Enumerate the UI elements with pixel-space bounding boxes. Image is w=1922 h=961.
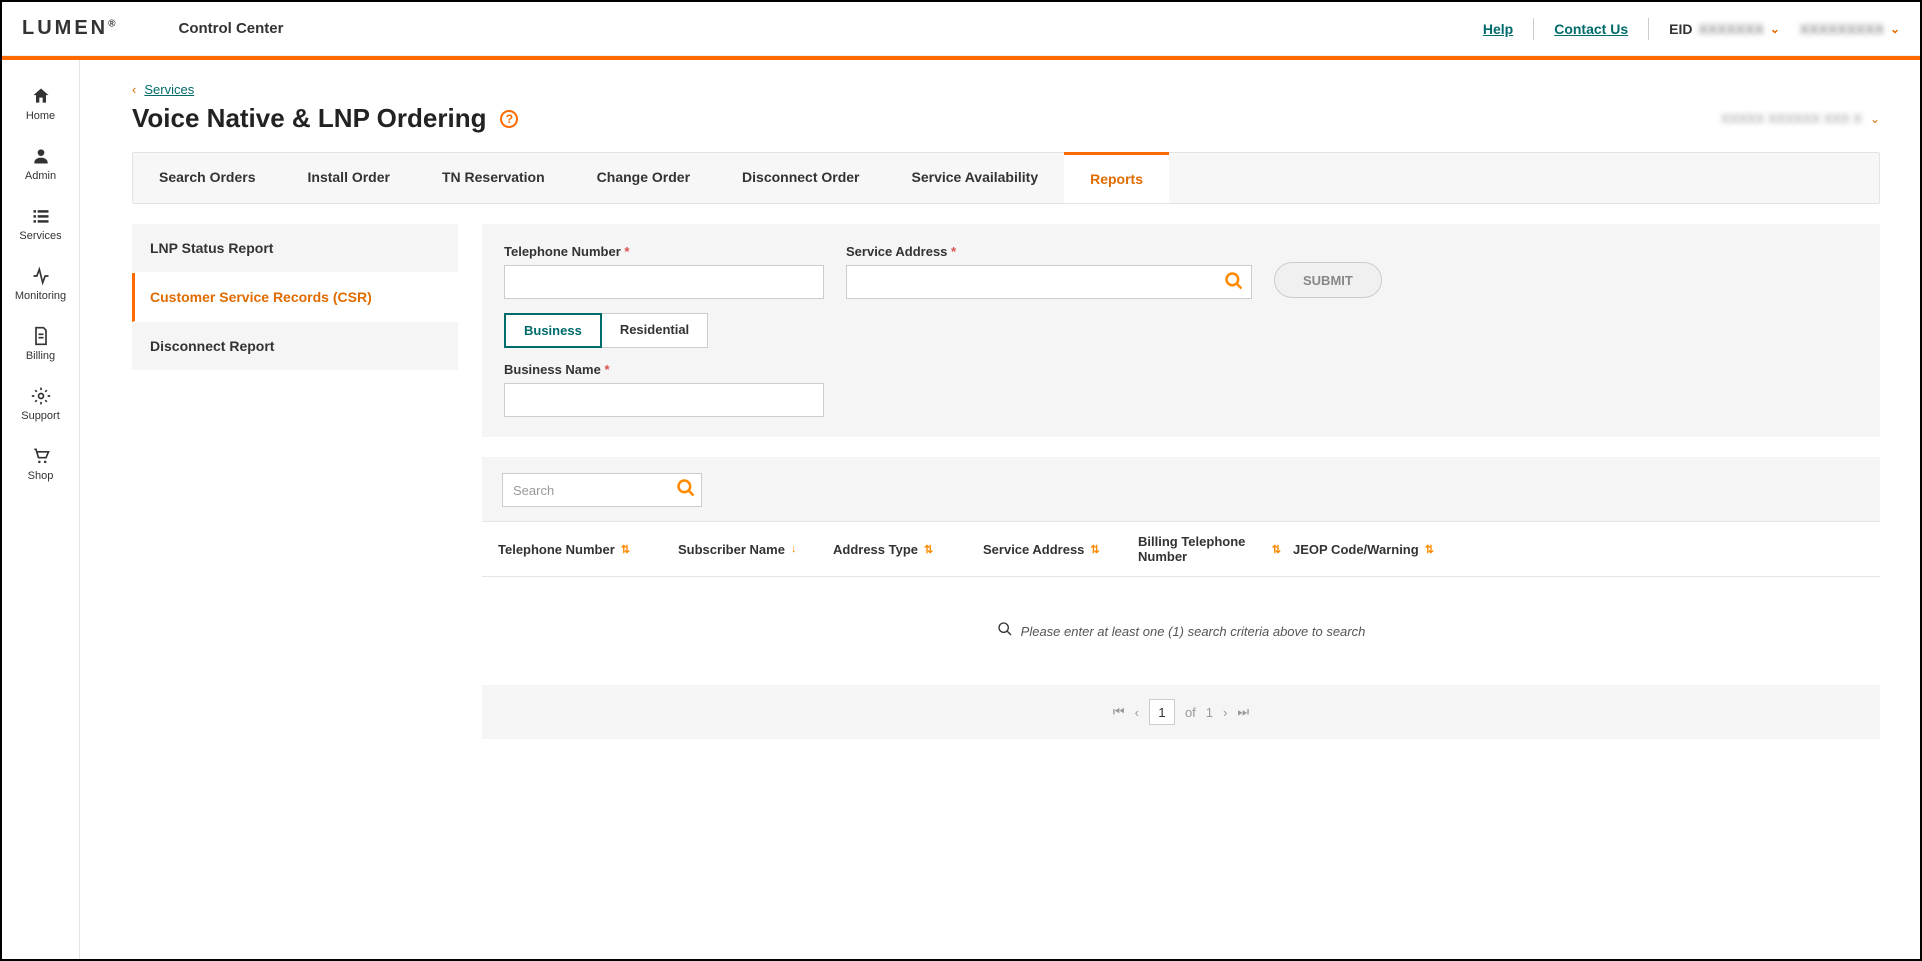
pager-of: of (1185, 705, 1196, 720)
tn-label: Telephone Number * (504, 244, 824, 259)
sidebar: Home Admin Services Monitoring Billing S… (2, 60, 80, 959)
help-link[interactable]: Help (1483, 21, 1513, 37)
tab-change-order[interactable]: Change Order (571, 153, 716, 203)
pager-page-input[interactable] (1149, 699, 1175, 725)
sort-icon: ⇅ (1272, 543, 1281, 556)
account-label-top: XXXXXXXXX (1800, 21, 1884, 37)
empty-state: Please enter at least one (1) search cri… (482, 577, 1880, 685)
submit-button[interactable]: SUBMIT (1274, 262, 1382, 298)
pager-prev[interactable]: ‹ (1135, 705, 1139, 720)
eid-value: XXXXXXX (1698, 21, 1763, 37)
sort-icon: ⇅ (621, 543, 630, 556)
sidebar-item-label: Monitoring (15, 290, 66, 302)
account-selector-label: XXXXX XXXXXX XXX X (1721, 111, 1862, 126)
customer-type-toggle: Business Residential (504, 313, 1858, 348)
tab-reports[interactable]: Reports (1064, 152, 1169, 203)
sidebar-item-billing[interactable]: Billing (2, 316, 79, 376)
chevron-down-icon: ⌄ (1770, 22, 1780, 36)
logo: LUMEN® (22, 17, 118, 40)
toggle-business[interactable]: Business (504, 313, 602, 348)
pager-total: 1 (1206, 705, 1213, 720)
sidebar-item-label: Shop (28, 470, 54, 482)
help-icon[interactable]: ? (500, 110, 518, 128)
pager-first[interactable]: ⏮ (1113, 704, 1125, 720)
sidebar-item-label: Home (26, 110, 55, 122)
table-search-button[interactable] (676, 478, 696, 503)
user-icon (31, 146, 51, 166)
contact-link[interactable]: Contact Us (1554, 21, 1628, 37)
tab-search-orders[interactable]: Search Orders (133, 153, 282, 203)
sidebar-item-services[interactable]: Services (2, 196, 79, 256)
col-jeop[interactable]: JEOP Code/Warning⇅ (1287, 534, 1870, 564)
gear-icon (31, 386, 51, 406)
col-service-address[interactable]: Service Address⇅ (977, 534, 1132, 564)
app-title: Control Center (178, 20, 283, 37)
telephone-number-input[interactable] (504, 265, 824, 299)
tab-service-availability[interactable]: Service Availability (886, 153, 1065, 203)
sidebar-item-home[interactable]: Home (2, 76, 79, 136)
toggle-residential[interactable]: Residential (602, 313, 708, 348)
sidebar-item-support[interactable]: Support (2, 376, 79, 436)
sidebar-item-admin[interactable]: Admin (2, 136, 79, 196)
list-icon (31, 206, 51, 226)
sidebar-item-label: Admin (25, 170, 56, 182)
tabs: Search Orders Install Order TN Reservati… (132, 152, 1880, 204)
tab-tn-reservation[interactable]: TN Reservation (416, 153, 571, 203)
col-subscriber-name[interactable]: Subscriber Name↓ (672, 534, 827, 564)
sidebar-item-label: Services (19, 230, 61, 242)
document-icon (31, 326, 51, 346)
table-search-input[interactable] (502, 473, 702, 507)
col-telephone-number[interactable]: Telephone Number⇅ (492, 534, 672, 564)
search-icon (997, 621, 1013, 641)
col-address-type[interactable]: Address Type⇅ (827, 534, 977, 564)
subnav-csr[interactable]: Customer Service Records (CSR) (132, 273, 458, 322)
chevron-down-icon: ⌄ (1890, 22, 1900, 36)
divider (1533, 18, 1534, 40)
sort-icon: ⇅ (1425, 543, 1434, 556)
tab-disconnect-order[interactable]: Disconnect Order (716, 153, 885, 203)
sidebar-item-monitoring[interactable]: Monitoring (2, 256, 79, 316)
service-address-input[interactable] (846, 265, 1252, 299)
sort-icon: ↓ (791, 543, 797, 555)
chevron-down-icon: ⌄ (1870, 112, 1880, 126)
activity-icon (31, 266, 51, 286)
empty-text: Please enter at least one (1) search cri… (1021, 624, 1366, 639)
sort-icon: ⇅ (1090, 543, 1099, 556)
breadcrumb: ‹ Services (132, 82, 1880, 97)
results-section: Telephone Number⇅ Subscriber Name↓ Addre… (482, 457, 1880, 739)
account-selector-top[interactable]: XXXXXXXXX ⌄ (1800, 21, 1900, 37)
tab-install-order[interactable]: Install Order (282, 153, 416, 203)
table-header: Telephone Number⇅ Subscriber Name↓ Addre… (482, 521, 1880, 577)
home-icon (31, 86, 51, 106)
filter-panel: Telephone Number * Service Address * (482, 224, 1880, 437)
eid-selector[interactable]: EID XXXXXXX ⌄ (1669, 21, 1780, 37)
account-selector[interactable]: XXXXX XXXXXX XXX X ⌄ (1721, 111, 1880, 126)
top-header: LUMEN® Control Center Help Contact Us EI… (2, 2, 1920, 56)
chevron-left-icon: ‹ (132, 82, 136, 97)
subnav-disconnect-report[interactable]: Disconnect Report (132, 322, 458, 371)
sub-nav: LNP Status Report Customer Service Recor… (132, 224, 458, 739)
sort-icon: ⇅ (924, 543, 933, 556)
eid-label: EID (1669, 21, 1692, 37)
business-name-input[interactable] (504, 383, 824, 417)
cart-icon (31, 446, 51, 466)
pager: ⏮ ‹ of 1 › ⏭ (482, 685, 1880, 739)
divider (1648, 18, 1649, 40)
search-icon[interactable] (1224, 271, 1244, 296)
sidebar-item-shop[interactable]: Shop (2, 436, 79, 496)
breadcrumb-link[interactable]: Services (144, 82, 194, 97)
pager-last[interactable]: ⏭ (1237, 704, 1249, 720)
subnav-lnp-status[interactable]: LNP Status Report (132, 224, 458, 273)
page-title: Voice Native & LNP Ordering (132, 103, 486, 134)
bn-label: Business Name * (504, 362, 1858, 377)
col-billing-tn[interactable]: Billing Telephone Number⇅ (1132, 534, 1287, 564)
pager-next[interactable]: › (1223, 705, 1227, 720)
addr-label: Service Address * (846, 244, 1252, 259)
sidebar-item-label: Support (21, 410, 60, 422)
sidebar-item-label: Billing (26, 350, 55, 362)
